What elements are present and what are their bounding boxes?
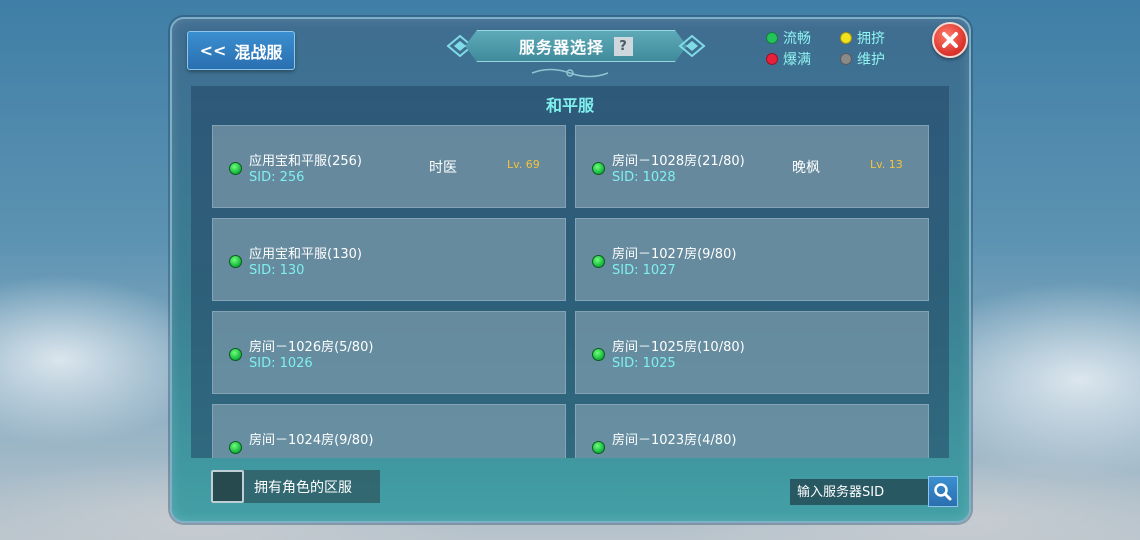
- server-card[interactable]: 应用宝和平服(130) SID: 130: [212, 218, 566, 301]
- close-icon: [942, 32, 958, 48]
- status-dot-icon: [229, 162, 242, 175]
- server-sid: SID: 1025: [612, 356, 676, 371]
- server-card[interactable]: 应用宝和平服(256) SID: 256 时医 Lv. 69: [212, 125, 566, 208]
- title-banner: 服务器选择 ?: [465, 30, 687, 62]
- title-ornament-right-icon: [678, 34, 706, 58]
- server-name: 房间－1025房(10/80): [612, 340, 745, 355]
- server-card[interactable]: 房间－1028房(21/80) SID: 1028 晚枫 Lv. 13: [575, 125, 929, 208]
- legend-label: 维护: [857, 52, 885, 68]
- character-name: 晚枫: [792, 160, 820, 176]
- server-sid: SID: 256: [249, 170, 305, 185]
- server-list[interactable]: 和平服 应用宝和平服(256) SID: 256 时医 Lv. 69 房间－10…: [191, 86, 949, 458]
- server-name: 房间－1026房(5/80): [249, 340, 374, 355]
- legend-full: 爆满: [766, 51, 811, 68]
- character-level: Lv. 69: [507, 158, 540, 171]
- status-dot-icon: [229, 348, 242, 361]
- status-dot-icon: [229, 255, 242, 268]
- status-legend-col1: 流畅 爆满: [766, 30, 811, 68]
- server-card[interactable]: 房间－1023房(4/80): [575, 404, 929, 458]
- server-name: 房间－1028房(21/80): [612, 154, 745, 169]
- legend-maintenance: 维护: [840, 51, 885, 68]
- status-dot-icon: [592, 162, 605, 175]
- legend-smooth: 流畅: [766, 30, 811, 47]
- status-dot-icon: [592, 348, 605, 361]
- legend-label: 流畅: [783, 31, 811, 47]
- search-button[interactable]: [928, 476, 958, 507]
- status-dot-icon: [592, 441, 605, 454]
- server-sid: SID: 130: [249, 263, 305, 278]
- status-dot-icon: [229, 441, 242, 454]
- server-sid-search-input[interactable]: [790, 479, 928, 505]
- help-icon[interactable]: ?: [614, 36, 633, 56]
- server-sid: SID: 1026: [249, 356, 313, 371]
- server-name: 房间－1023房(4/80): [612, 433, 737, 448]
- server-card[interactable]: 房间－1024房(9/80): [212, 404, 566, 458]
- back-to-mixed-server-button[interactable]: << 混战服: [187, 31, 295, 70]
- status-legend-col2: 拥挤 维护: [840, 30, 885, 68]
- section-title: 和平服: [545, 96, 594, 115]
- server-name: 房间－1024房(9/80): [249, 433, 374, 448]
- server-name: 应用宝和平服(130): [249, 247, 362, 262]
- server-card[interactable]: 房间－1025房(10/80) SID: 1025: [575, 311, 929, 394]
- character-name: 时医: [429, 160, 457, 176]
- search-icon: [934, 482, 952, 500]
- legend-label: 爆满: [783, 52, 811, 68]
- owned-servers-checkbox[interactable]: [211, 470, 244, 503]
- status-dot-icon: [840, 32, 852, 44]
- page-title: 服务器选择: [518, 38, 604, 57]
- title-flourish-icon: [531, 68, 609, 78]
- legend-crowded: 拥挤: [840, 30, 885, 47]
- status-dot-icon: [766, 32, 778, 44]
- back-button-label: 混战服: [234, 42, 283, 62]
- legend-label: 拥挤: [857, 31, 885, 47]
- status-dot-icon: [766, 53, 778, 65]
- server-card[interactable]: 房间－1027房(9/80) SID: 1027: [575, 218, 929, 301]
- close-button[interactable]: [932, 22, 968, 58]
- status-dot-icon: [840, 53, 852, 65]
- back-arrow-icon: <<: [199, 41, 227, 60]
- character-level: Lv. 13: [870, 158, 903, 171]
- server-name: 房间－1027房(9/80): [612, 247, 737, 262]
- server-card[interactable]: 房间－1026房(5/80) SID: 1026: [212, 311, 566, 394]
- status-dot-icon: [592, 255, 605, 268]
- owned-servers-filter[interactable]: 拥有角色的区服: [211, 470, 380, 503]
- owned-servers-label: 拥有角色的区服: [254, 479, 352, 496]
- server-sid: SID: 1028: [612, 170, 676, 185]
- server-sid: SID: 1027: [612, 263, 676, 278]
- server-name: 应用宝和平服(256): [249, 154, 362, 169]
